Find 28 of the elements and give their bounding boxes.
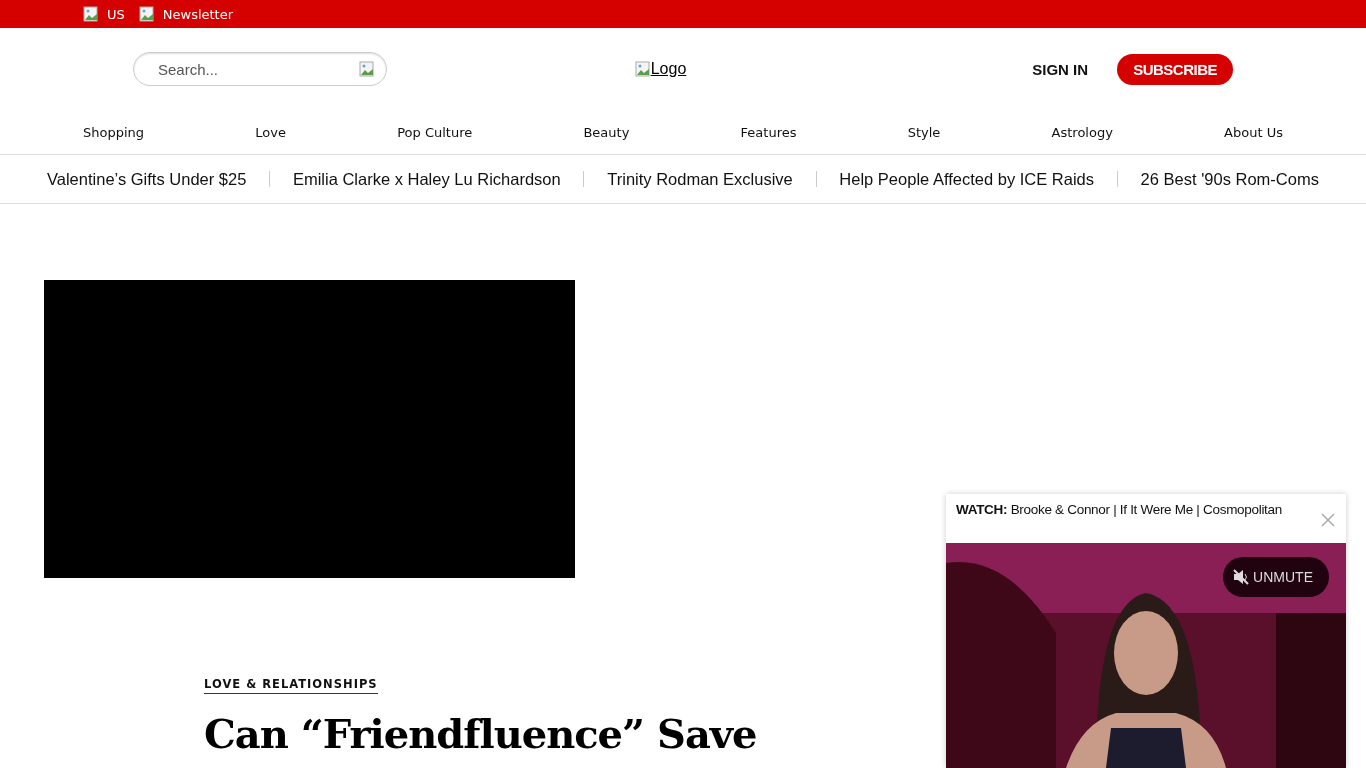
close-button[interactable] [1320, 512, 1336, 528]
nav-link[interactable]: Style [907, 124, 941, 140]
top-bar-link[interactable]: Newsletter [162, 6, 234, 22]
nav-link[interactable]: Shopping [83, 124, 145, 140]
top-bar-link[interactable]: US [107, 6, 125, 22]
trending-link[interactable]: Emilia Clarke x Haley Lu Richardson [292, 169, 561, 189]
sign-in-link[interactable]: SIGN IN [1032, 60, 1089, 78]
article-title: Can “Friendfluence” Save [204, 710, 758, 757]
search-field[interactable]: Search... [133, 52, 387, 86]
category-link[interactable]: LOVE & RELATIONSHIPS [204, 677, 378, 694]
trending-link[interactable]: 26 Best '90s Rom-Coms [1140, 169, 1319, 189]
nav-link[interactable]: About Us [1224, 124, 1283, 140]
nav-link[interactable]: Pop Culture [397, 124, 473, 140]
subscribe-button[interactable]: SUBSCRIBE [1117, 53, 1233, 85]
trending-link[interactable]: Valentine’s Gifts Under $25 [47, 169, 247, 189]
unmute-button[interactable]: UNMUTE [1223, 557, 1329, 597]
nav-link[interactable]: Beauty [583, 124, 630, 140]
broken-image-icon [138, 6, 155, 22]
trending-link[interactable]: Help People Affected by ICE Raids [839, 169, 1095, 189]
logo-link[interactable]: Logo [650, 60, 687, 78]
nav-link[interactable]: Love [255, 124, 286, 140]
nav-link[interactable]: Astrology [1051, 124, 1113, 140]
video-title: WATCH: Brooke & Connor | If It Were Me | Cosmopolitan [956, 502, 1282, 517]
trending-link[interactable]: Trinity Rodman Exclusive [607, 169, 793, 189]
nav-link[interactable]: Features [740, 124, 797, 140]
broken-image-icon [359, 61, 375, 77]
broken-image-icon [634, 61, 651, 77]
broken-image-icon [83, 6, 99, 22]
